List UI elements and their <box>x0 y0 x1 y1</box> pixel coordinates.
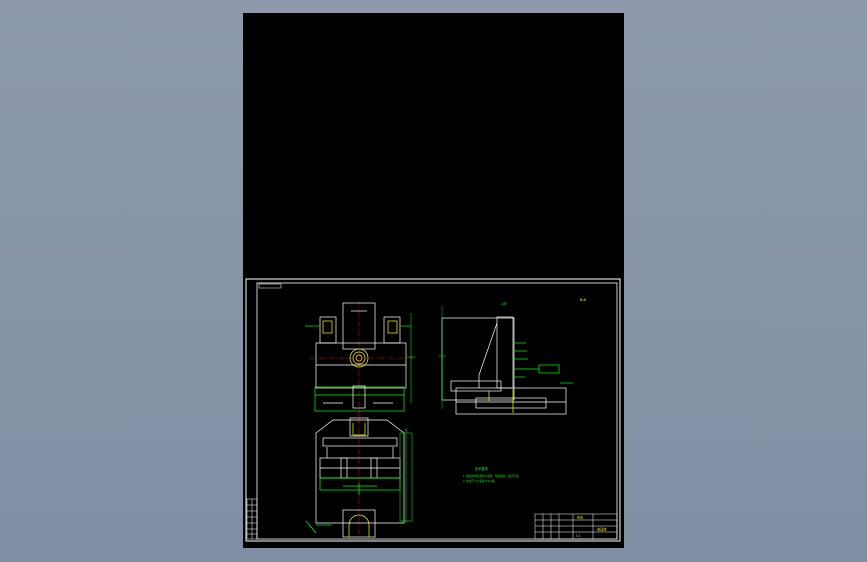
note-line-1: 1. 装配前所有零件去毛刺、锐边倒钝、清洗干净。 <box>463 474 521 478</box>
top-view <box>305 409 413 539</box>
title-part-name: 夹具 <box>577 515 583 520</box>
inner-frame <box>256 282 618 540</box>
outer-frame <box>245 278 621 542</box>
front-view <box>305 301 415 423</box>
drawing-sheet: A-A B-B 技术要求 1. 装配前所有零件去毛刺、锐边倒钝、清洗干净。 2.… <box>243 13 624 548</box>
section-label: B-B <box>580 298 587 302</box>
left-revision-strip <box>246 498 258 540</box>
title-drawing-no: 夹具体 <box>597 527 607 532</box>
notes-heading: 技术要求 <box>475 466 489 471</box>
view-label: A-A <box>501 302 507 306</box>
corner-tag <box>258 283 282 289</box>
drawing-canvas: A-A B-B 技术要求 1. 装配前所有零件去毛刺、锐边倒钝、清洗干净。 2.… <box>245 278 621 542</box>
cad-viewer: A-A B-B 技术要求 1. 装配前所有零件去毛刺、锐边倒钝、清洗干净。 2.… <box>0 0 867 562</box>
title-scale: 1:1 <box>576 534 581 538</box>
side-view <box>438 302 573 415</box>
note-line-2: 2. 未注尺寸公差按 IT12 级。 <box>463 479 497 483</box>
